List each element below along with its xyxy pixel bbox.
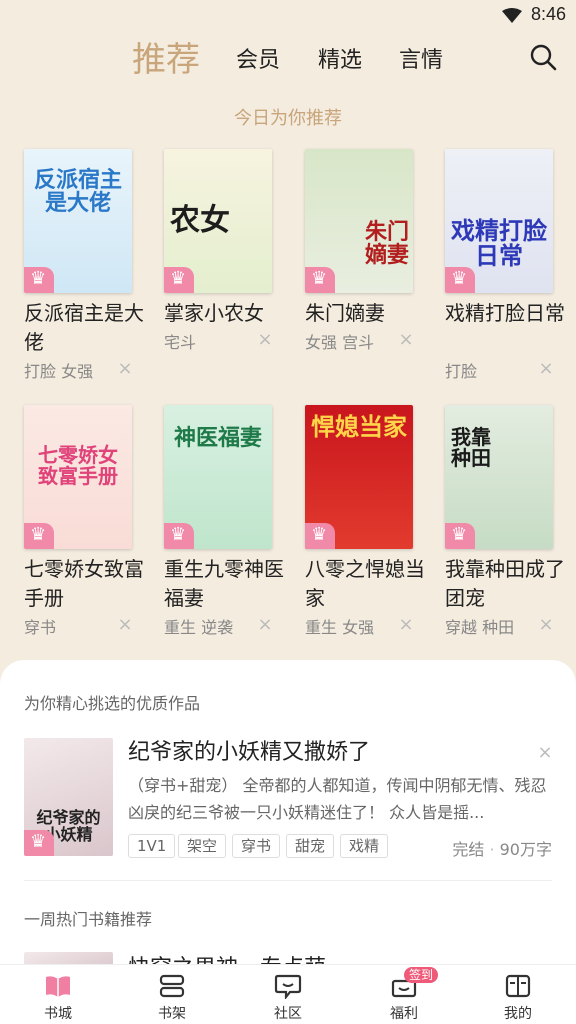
nav-label: 社区 [274,1006,302,1022]
book-tags: 宅斗 [164,333,197,352]
tab-romance[interactable]: 言情 [399,42,443,74]
status-bar: 8:46 [0,0,576,30]
today-section-title: 今日为你推荐 [234,108,342,129]
book-tags: 穿书 [24,618,57,637]
dismiss-icon[interactable]: × [536,744,554,762]
book-cover[interactable]: 悍媳当家 [305,405,413,549]
tab-selected[interactable]: 精选 [318,42,362,74]
book-tag: 1V1 [128,834,176,858]
book-cover[interactable]: 我靠种田 [445,405,553,549]
nav-welfare[interactable]: 签到 福利 [364,965,444,1024]
book-title[interactable]: 八零之悍媳当家 [305,555,435,613]
cover-title: 我靠种田 [451,425,491,470]
nav-bookstore[interactable]: 书城 [18,965,98,1024]
nav-profile[interactable]: 我的 [478,965,558,1024]
book-cover[interactable]: 朱门嫡妻 [305,149,413,293]
checkin-badge: 签到 [404,967,439,983]
dismiss-icon[interactable]: × [116,616,134,634]
dismiss-icon[interactable]: × [397,616,415,634]
book-tag: 穿书 [232,834,281,858]
nav-label: 福利 [390,1006,418,1022]
search-icon[interactable] [528,42,558,72]
vip-crown-icon [24,523,54,549]
top-nav: 推荐 会员 精选 言情 [0,30,576,86]
dismiss-icon[interactable]: × [537,616,555,634]
book-cover[interactable]: 七零娇女致富手册 [24,405,132,549]
nav-label: 我的 [504,1006,532,1022]
nav-label: 书城 [44,1006,72,1022]
book-word-count: 90万字 [499,840,552,859]
dismiss-icon[interactable]: × [116,360,134,378]
book-title[interactable]: 反派宿主是大佬 [24,299,154,357]
book-tag: 架空 [178,834,227,858]
book-tags: 重生 女强 [305,618,375,637]
book-tags: 女强 宫斗 [305,333,375,352]
vip-crown-icon [305,267,335,293]
cover-title: 悍媳当家 [311,413,407,441]
book-status: 完结 [452,840,485,859]
dismiss-icon[interactable]: × [256,331,274,349]
nav-label: 书架 [158,1006,186,1022]
tab-recommend[interactable]: 推荐 [132,32,200,81]
bookshelf-icon [159,974,185,998]
featured-section-title: 为你精心挑选的优质作品 [24,694,201,713]
featured-book-title[interactable]: 纪爷家的小妖精又撒娇了 [128,734,370,766]
tab-member[interactable]: 会员 [236,42,280,74]
cover-title: 朱门嫡妻 [365,220,410,269]
featured-book-description: （穿书+甜宠） 全帝都的人都知道，传闻中阴郁无情、残忍凶戾的纪三爷被一只小妖精迷… [128,776,547,822]
vip-crown-icon [164,267,194,293]
dismiss-icon[interactable]: × [537,360,555,378]
wifi-icon [502,8,522,23]
book-tag: 戏精 [340,834,389,858]
profile-book-icon [505,974,531,998]
nav-bookshelf[interactable]: 书架 [132,965,212,1024]
dismiss-icon[interactable]: × [256,616,274,634]
bottom-nav: 书城 书架 社区 签到 福利 我的 [0,964,576,1024]
cover-title: 反派宿主是大佬 [33,168,122,217]
status-time: 8:46 [530,4,566,24]
book-open-icon [46,976,70,997]
cover-title: 戏精打脸日常 [451,217,547,271]
book-title[interactable]: 七零娇女致富手册 [24,555,154,613]
cover-title: 七零娇女致富手册 [38,443,118,488]
book-cover[interactable]: 农女 [164,149,272,293]
book-title[interactable]: 重生九零神医福妻 [164,555,294,613]
book-tags: 打脸 [445,362,478,381]
book-tags: 打脸 女强 [24,362,94,381]
vip-crown-icon [164,523,194,549]
book-cover[interactable]: 戏精打脸日常 [445,149,553,293]
vip-crown-icon [445,523,475,549]
weekly-section-title: 一周热门书籍推荐 [24,910,153,929]
book-tag: 甜宠 [286,834,335,858]
book-cover[interactable]: 神医福妻 [164,405,272,549]
cover-title: 神医福妻 [173,426,262,451]
divider [24,880,552,881]
vip-crown-icon [24,830,54,856]
book-title[interactable]: 朱门嫡妻 [305,299,435,328]
book-title[interactable]: 戏精打脸日常 [445,299,575,328]
book-tags: 穿越 种田 [445,618,515,637]
nav-community[interactable]: 社区 [248,965,328,1024]
featured-book-meta: 完结 · 90万字 [452,840,552,859]
chat-bubble-icon [274,974,302,999]
dismiss-icon[interactable]: × [397,331,415,349]
vip-crown-icon [445,267,475,293]
book-tags: 重生 逆袭 [164,618,234,637]
book-cover[interactable]: 反派宿主是大佬 [24,149,132,293]
vip-crown-icon [24,267,54,293]
cover-title: 农女 [170,203,230,238]
featured-book-cover[interactable]: 纪爷家的小妖精 [24,738,113,856]
vip-crown-icon [305,523,335,549]
book-title[interactable]: 我靠种田成了团宠 [445,555,575,613]
book-title[interactable]: 掌家小农女 [164,299,294,328]
